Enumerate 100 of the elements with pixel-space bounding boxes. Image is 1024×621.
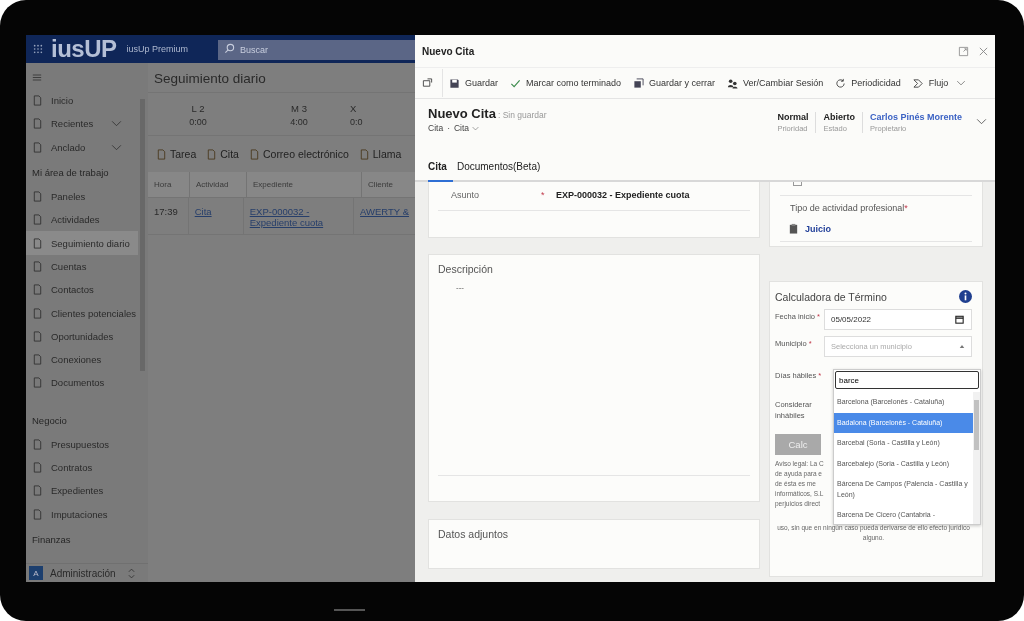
document-icon [32,508,43,520]
area-switcher[interactable]: A Administración [26,563,148,582]
area-avatar: A [29,566,43,580]
table-link[interactable]: AWERTY & [354,198,415,234]
menu-icon[interactable] [32,73,42,82]
record-title: Nuevo Cita [428,106,496,121]
chevron-down-icon[interactable] [111,143,122,151]
dropdown-search-field[interactable]: barce [835,371,979,389]
document-icon [32,485,43,497]
sidebar-item[interactable]: Actividades [26,208,138,232]
document-icon [32,191,43,203]
column-header[interactable]: Hora [148,172,190,197]
sidebar-item[interactable]: Cuentas [26,254,138,279]
calculate-button[interactable]: Calc [775,433,821,455]
command-button[interactable]: Llama [354,148,406,160]
table-cell: 17:39 [148,198,189,234]
column-header[interactable]: Expediente [247,172,362,197]
section-title: Calculadora de Término [775,290,887,303]
sidebar-item[interactable]: Contactos [26,278,138,302]
scrollbar[interactable] [973,392,980,524]
document-icon [248,148,260,160]
command-button[interactable]: Correo electrónico [244,148,353,160]
app-launcher-icon[interactable] [33,44,43,54]
header-value: Normal [777,112,809,122]
chevron-down-icon[interactable] [111,120,122,128]
section-title: Datos adjuntos [437,527,510,540]
description-field[interactable]: --- [438,283,750,476]
sidebar-item[interactable]: Contratos [26,455,138,480]
sidebar-item[interactable]: Expedientes [26,479,138,503]
close-icon[interactable] [978,45,989,57]
toolbar-button[interactable]: Guardar [443,77,505,89]
column-header[interactable]: Actividad [190,172,247,197]
document-icon [32,307,43,319]
dialog-title: Nuevo Cita [422,45,475,57]
page-title: Seguimiento diario [148,63,415,93]
date-field[interactable]: 05/05/2022 [824,309,972,330]
day-label: M 3 [291,103,307,114]
sidebar-item[interactable]: Paneles [26,184,138,209]
search-field[interactable]: Buscar [218,40,415,60]
tab[interactable]: Documentos(Beta) [456,152,547,182]
checkbox[interactable] [793,182,802,186]
document-icon [358,148,370,160]
sidebar-item[interactable]: Recientes [26,112,138,136]
command-button[interactable]: Tarea [152,148,201,160]
subject-value[interactable]: EXP-000032 - Expediente cuota [556,190,690,200]
document-icon [32,462,43,473]
table-link[interactable]: Cita [188,198,244,234]
expand-icon[interactable] [958,45,969,57]
chevron-down-icon[interactable] [956,80,967,86]
field-label: Tipo de actividad profesional [790,203,905,213]
section-title: Descripción [437,262,494,275]
day-hours: 0:00 [189,117,207,127]
flow-icon [912,77,924,89]
breadcrumb-separator: · [447,123,450,133]
day-label: X [350,103,357,114]
sidebar-item[interactable]: Seguimiento diario [26,231,138,255]
calendar-icon [954,314,965,325]
chevron-down-icon[interactable] [976,118,987,125]
document-icon [206,148,218,160]
sidebar-section-title: Mi área de trabajo [31,165,110,180]
toolbar-button[interactable]: Flujo [906,77,955,89]
toolbar-button[interactable]: Ver/Cambiar Sesión [721,77,830,89]
sidebar-item[interactable]: Conexiones [26,347,138,372]
search-icon [224,43,236,54]
clipboard-icon [788,223,799,234]
sidebar-item[interactable]: Documentos [26,371,138,395]
document-icon [156,148,167,160]
record-status: : Sin guardar [497,110,547,120]
sidebar-section-title: Finanzas [31,532,72,547]
toolbar-button[interactable]: Marcar como terminado [504,77,628,89]
document-icon [32,95,43,107]
column-header[interactable]: Cliente [362,172,415,197]
home-indicator [334,609,365,611]
sidebar-item[interactable]: Oportunidades [26,324,138,348]
sidebar-item[interactable]: Clientes potenciales [26,301,138,325]
field-label: Asunto [451,190,481,200]
info-icon[interactable] [959,290,972,303]
owner-link[interactable]: Carlos Pinés Morente [869,112,962,122]
document-icon [32,354,43,366]
sidebar-item[interactable]: Anclado [26,135,138,159]
sidebar-item[interactable]: Imputaciones [26,502,138,526]
document-icon [32,284,43,296]
activity-type-link[interactable]: Juicio [805,223,831,234]
command-button[interactable]: Cita [202,148,243,160]
check-icon [510,77,522,89]
sidebar-item[interactable]: Inicio [26,89,138,113]
form-selector[interactable]: Cita [453,123,480,133]
toolbar-button[interactable]: Periodicidad [829,77,907,89]
document-icon [32,377,43,389]
table-link[interactable]: EXP-000032 - Expediente cuota [243,198,355,234]
document-icon [32,214,43,226]
document-icon [32,237,43,249]
sidebar-section-title: Negocio [31,413,68,428]
header-value: Abierto [823,112,855,122]
sidebar-item[interactable]: Presupuestos [26,432,138,456]
document-icon [32,330,43,342]
required-mark: * [541,190,546,200]
people-icon [727,77,739,89]
logo: iusUP [51,35,117,63]
toolbar-button[interactable]: Guardar y cerrar [627,77,722,89]
